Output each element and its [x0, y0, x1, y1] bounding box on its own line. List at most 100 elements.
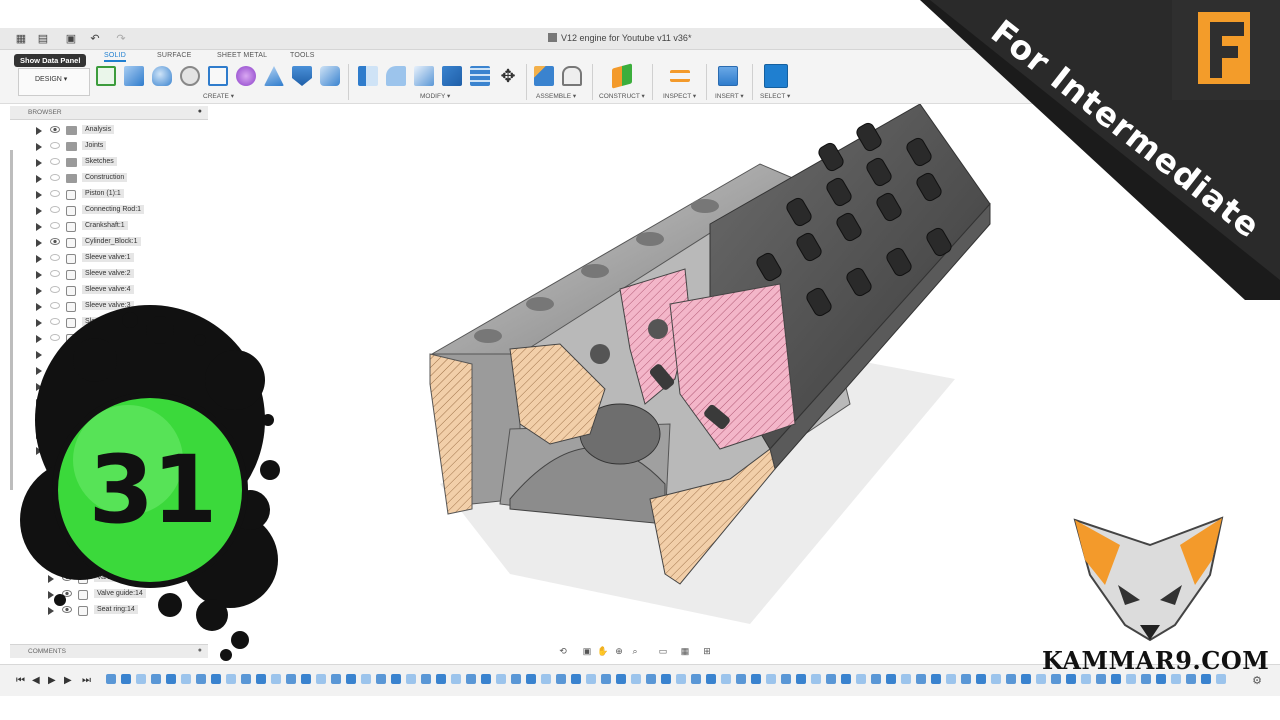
visibility-eye-icon[interactable]: [50, 334, 60, 341]
move-icon[interactable]: ✥: [498, 66, 518, 86]
timeline-feature-icon[interactable]: [931, 674, 941, 684]
press-pull-icon[interactable]: [358, 66, 378, 86]
timeline-feature-icon[interactable]: [721, 674, 731, 684]
expand-arrow-icon[interactable]: [48, 511, 54, 519]
3d-viewport[interactable]: [210, 103, 1280, 660]
display-settings-icon[interactable]: ▭: [657, 645, 669, 657]
timeline-feature-icon[interactable]: [601, 674, 611, 684]
expand-arrow-icon[interactable]: [36, 431, 42, 439]
visibility-eye-icon[interactable]: [50, 206, 60, 213]
timeline-feature-icon[interactable]: [466, 674, 476, 684]
timeline-feature-icon[interactable]: [316, 674, 326, 684]
shell-icon[interactable]: [442, 66, 462, 86]
timeline-prev-icon[interactable]: ◀: [32, 675, 40, 686]
visibility-eye-icon[interactable]: [50, 318, 60, 325]
timeline-feature-icon[interactable]: [586, 674, 596, 684]
browser-item-connecting-rod[interactable]: Connecting Rod:1: [10, 204, 200, 218]
timeline-feature-icon[interactable]: [1006, 674, 1016, 684]
tab-solid[interactable]: SOLID: [104, 52, 127, 62]
timeline-end-icon[interactable]: ⏭: [82, 675, 91, 686]
timeline-feature-icon[interactable]: [871, 674, 881, 684]
expand-arrow-icon[interactable]: [36, 303, 42, 311]
timeline-feature-icon[interactable]: [1216, 674, 1226, 684]
timeline-feature-icon[interactable]: [1066, 674, 1076, 684]
browser-pin-icon[interactable]: ●: [198, 108, 202, 115]
viewports-icon[interactable]: ⊞: [701, 645, 713, 657]
timeline-feature-icon[interactable]: [751, 674, 761, 684]
expand-arrow-icon[interactable]: [48, 591, 54, 599]
expand-arrow-icon[interactable]: [36, 255, 42, 263]
timeline-feature-icon[interactable]: [736, 674, 746, 684]
browser-scrollbar[interactable]: [10, 150, 13, 490]
expand-arrow-icon[interactable]: [36, 207, 42, 215]
form-icon[interactable]: [236, 66, 256, 86]
timeline-settings-icon[interactable]: ⚙: [1252, 674, 1262, 687]
visibility-eye-icon[interactable]: [62, 606, 72, 613]
timeline-feature-icon[interactable]: [121, 674, 131, 684]
comments-panel[interactable]: COMMENTS ●: [10, 644, 208, 658]
expand-arrow-icon[interactable]: [48, 527, 54, 535]
timeline-feature-icon[interactable]: [901, 674, 911, 684]
timeline-feature-icon[interactable]: [811, 674, 821, 684]
timeline-feature-icon[interactable]: [286, 674, 296, 684]
timeline-feature-icon[interactable]: [1111, 674, 1121, 684]
timeline-feature-icon[interactable]: [211, 674, 221, 684]
joint-icon[interactable]: [562, 66, 582, 86]
timeline-feature-icon[interactable]: [841, 674, 851, 684]
expand-arrow-icon[interactable]: [36, 399, 42, 407]
visibility-eye-icon[interactable]: [50, 222, 60, 229]
browser-item-hidden[interactable]: [10, 556, 200, 570]
expand-arrow-icon[interactable]: [36, 367, 42, 375]
browser-item-joints[interactable]: Joints: [10, 140, 200, 154]
expand-arrow-icon[interactable]: [36, 159, 42, 167]
visibility-eye-icon[interactable]: [50, 270, 60, 277]
visibility-eye-icon[interactable]: [62, 558, 72, 565]
timeline-feature-icon[interactable]: [1141, 674, 1151, 684]
timeline-feature-icon[interactable]: [676, 674, 686, 684]
timeline-feature-icon[interactable]: [526, 674, 536, 684]
visibility-eye-icon[interactable]: [50, 238, 60, 245]
offset-plane-icon[interactable]: [612, 63, 632, 89]
expand-arrow-icon[interactable]: [36, 319, 42, 327]
file-menu-icon[interactable]: ▤: [36, 32, 50, 46]
new-component-icon[interactable]: [534, 66, 554, 86]
browser-item-crankshaft[interactable]: Crankshaft:1: [10, 220, 200, 234]
expand-arrow-icon[interactable]: [36, 335, 42, 343]
expand-arrow-icon[interactable]: [36, 351, 42, 359]
timeline-feature-icon[interactable]: [1096, 674, 1106, 684]
browser-item-sleeve-valve-3[interactable]: Sleeve valve:3: [10, 300, 200, 314]
timeline-feature-icon[interactable]: [1156, 674, 1166, 684]
timeline-feature-icon[interactable]: [451, 674, 461, 684]
timeline-feature-icon[interactable]: [796, 674, 806, 684]
mirror-icon[interactable]: [292, 66, 312, 86]
assemble-group-label[interactable]: ASSEMBLE ▾: [536, 92, 576, 100]
redo-icon[interactable]: ↷: [114, 32, 128, 46]
expand-arrow-icon[interactable]: [48, 543, 54, 551]
undo-icon[interactable]: ↶: [88, 32, 102, 46]
expand-arrow-icon[interactable]: [36, 239, 42, 247]
timeline-feature-icon[interactable]: [421, 674, 431, 684]
create-group-label[interactable]: CREATE ▾: [203, 92, 234, 100]
timeline-feature-icon[interactable]: [661, 674, 671, 684]
timeline-feature-icon[interactable]: [301, 674, 311, 684]
save-icon[interactable]: ▣: [64, 32, 78, 46]
timeline-feature-icon[interactable]: [826, 674, 836, 684]
visibility-eye-icon[interactable]: [50, 254, 60, 261]
timeline-feature-icon[interactable]: [1081, 674, 1091, 684]
visibility-eye-icon[interactable]: [50, 302, 60, 309]
visibility-eye-icon[interactable]: [50, 174, 60, 181]
timeline-feature-icon[interactable]: [916, 674, 926, 684]
browser-item-cylinder-block[interactable]: Cylinder_Block:1: [10, 236, 200, 250]
timeline-feature-icon[interactable]: [436, 674, 446, 684]
comments-pin-icon[interactable]: ●: [198, 647, 202, 654]
timeline-feature-icon[interactable]: [691, 674, 701, 684]
timeline-feature-icon[interactable]: [106, 674, 116, 684]
timeline-feature-icon[interactable]: [331, 674, 341, 684]
timeline-feature-icon[interactable]: [1171, 674, 1181, 684]
expand-arrow-icon[interactable]: [36, 127, 42, 135]
browser-item-sketches[interactable]: Sketches: [10, 156, 200, 170]
timeline-feature-icon[interactable]: [511, 674, 521, 684]
expand-arrow-icon[interactable]: [48, 559, 54, 567]
expand-arrow-icon[interactable]: [36, 191, 42, 199]
browser-item-hidden[interactable]: [10, 348, 200, 362]
